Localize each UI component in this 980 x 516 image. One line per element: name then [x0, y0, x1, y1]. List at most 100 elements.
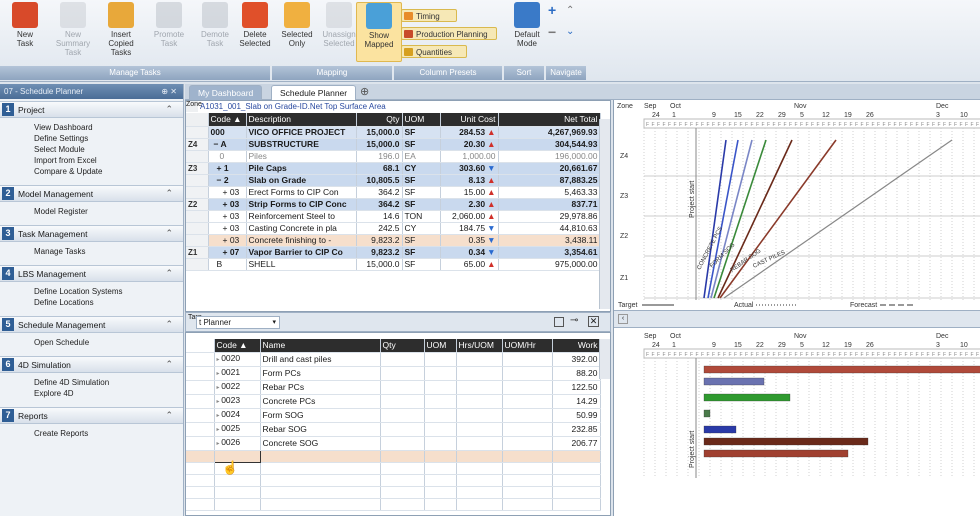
collapse-chevron-icon[interactable]: ⌃	[165, 268, 173, 279]
sidebar-link[interactable]: Create Reports	[0, 428, 183, 439]
ribbon-button-5[interactable]: Delete Selected	[232, 2, 278, 48]
sidebar-link[interactable]: View Dashboard	[0, 122, 183, 133]
restore-icon[interactable]	[554, 317, 564, 327]
cost-row[interactable]: B SHELL 15,000.0 SF 65.00 ▲ 975,000.00	[186, 258, 601, 271]
cost-col-header[interactable]: Qty	[356, 113, 403, 127]
group-navigate: Navigate	[546, 66, 586, 80]
tab-my-dashboard[interactable]: My Dashboard	[189, 85, 263, 100]
cost-row[interactable]: Z3 + 1 Pile Caps 68.1 CY 303.60 ▼ 20,661.67	[186, 162, 601, 175]
sidebar-section-3[interactable]: 3 Task Management ⌃	[0, 225, 183, 242]
cost-row[interactable]: Z2 + 03 Strip Forms to CIP Conc 364.2 SF 2.30…	[186, 198, 601, 211]
navigate-plus-icon[interactable]: +	[548, 3, 560, 17]
navigate-down-icon[interactable]: ⌄	[566, 26, 574, 37]
ribbon-button-label: Promote Task	[153, 30, 185, 48]
collapse-chevron-icon[interactable]: ⌃	[165, 319, 173, 330]
ribbon-button-1[interactable]: New Summary Task	[50, 2, 96, 57]
net-total-cell: 837.71	[498, 198, 601, 211]
ribbon-button-0[interactable]: New Task	[2, 2, 48, 48]
sidebar-link[interactable]: Define Settings	[0, 133, 183, 144]
cost-row[interactable]: 000 VICO OFFICE PROJECT 15,000.0 SF 284.53 ▲ 4…	[186, 126, 601, 139]
close-icon[interactable]: ✕	[588, 316, 599, 327]
collapse-chevron-icon[interactable]: ⌃	[165, 410, 173, 421]
ribbon-button-6[interactable]: Selected Only	[274, 2, 320, 48]
empty-cell	[456, 498, 503, 511]
weekday-tick: F	[965, 122, 968, 128]
task-col-header[interactable]: Work	[552, 339, 601, 353]
empty-cell	[260, 450, 381, 463]
sidebar-section-2[interactable]: 2 Model Management ⌃	[0, 185, 183, 202]
sidebar-section-5[interactable]: 5 Schedule Management ⌃	[0, 316, 183, 333]
navigate-minus-icon[interactable]: −	[548, 25, 560, 39]
sidebar-link[interactable]: Import from Excel	[0, 155, 183, 166]
tab-schedule-planner[interactable]: Schedule Planner	[271, 85, 357, 100]
sidebar-section-7[interactable]: 7 Reports ⌃	[0, 407, 183, 424]
task-col-header[interactable]: UOM/Hr	[502, 339, 553, 353]
sidebar-pin-close-icon[interactable]: ⊕ ✕	[161, 84, 177, 99]
task-row[interactable]: ▸ 0021 Form PCs 88.20	[186, 366, 601, 381]
task-col-header[interactable]: Qty	[380, 339, 425, 353]
task-col-header[interactable]: Code ▲	[214, 339, 261, 353]
ribbon-button-8[interactable]: Show Mapped	[356, 2, 402, 62]
sidebar-link[interactable]: Compare & Update	[0, 166, 183, 177]
cost-row[interactable]: Z4− A SUBSTRUCTURE 15,000.0 SF 20.30 ▲ 304,544…	[186, 138, 601, 151]
ribbon-button-3[interactable]: Promote Task	[146, 2, 192, 48]
planner-dropdown-value: t Planner	[199, 318, 232, 327]
task-row[interactable]: ▸ 0024 Form SOG 50.99	[186, 408, 601, 423]
cost-row[interactable]: Z1 + 07 Vapor Barrier to CIP Co 9,823.2 SF 0.…	[186, 246, 601, 259]
sidebar-link[interactable]: Manage Tasks	[0, 246, 183, 257]
preset-production-planning[interactable]: Production Planning	[401, 27, 497, 40]
cost-row[interactable]: + 03 Casting Concrete in pla 242.5 CY 184.75…	[186, 222, 601, 235]
task-col-header[interactable]: UOM	[424, 339, 457, 353]
weekday-tick: F	[839, 352, 842, 358]
task-grid-scrollbar[interactable]	[599, 339, 610, 379]
task-col-header[interactable]: Name	[260, 339, 381, 353]
collapse-chevron-icon[interactable]: ⌃	[165, 104, 173, 115]
sidebar-link[interactable]: Explore 4D	[0, 388, 183, 399]
sidebar-section-4[interactable]: 4 LBS Management ⌃	[0, 265, 183, 282]
cost-row[interactable]: 0 Piles 196.0 EA 1,000.00 196,000.00	[186, 150, 601, 163]
preset-timing[interactable]: Timing	[401, 9, 457, 22]
task-row[interactable]: ▸ 0022 Rebar PCs 122.50	[186, 380, 601, 395]
cost-row[interactable]: + 03 Reinforcement Steel to 14.6 TON 2,060.0…	[186, 210, 601, 223]
sidebar-link[interactable]: Model Register	[0, 206, 183, 217]
day-label: 22	[756, 112, 764, 119]
collapse-chevron-icon[interactable]: ⌃	[165, 188, 173, 199]
task-row[interactable]: ▸ 0020 Drill and cast piles 392.00	[186, 352, 601, 367]
add-tab-icon[interactable]: ⊕	[360, 85, 369, 98]
cost-col-header[interactable]: Code ▲	[208, 113, 247, 127]
task-row[interactable]: ▸ 0026 Concrete SOG 206.77	[186, 436, 601, 451]
cost-row[interactable]: + 03 Concrete finishing to -9,823.2 SF 0.35…	[186, 234, 601, 247]
cost-grid-scrollbar[interactable]	[599, 119, 610, 309]
sidebar-link[interactable]: Define Location Systems	[0, 286, 183, 297]
task-row[interactable]: ▸ 0025 Rebar SOG 232.85	[186, 422, 601, 437]
sidebar-link[interactable]: Open Schedule	[0, 337, 183, 348]
cost-col-header[interactable]: Net Total	[498, 113, 601, 127]
cost-col-header[interactable]: Unit Cost	[440, 113, 499, 127]
ribbon-button-9[interactable]: Default Mode	[504, 2, 550, 48]
sidebar-link[interactable]: Select Module	[0, 144, 183, 155]
task-col-header[interactable]: Hrs/UOM	[456, 339, 503, 353]
collapse-chevron-icon[interactable]: ⌃	[165, 228, 173, 239]
sidebar-link[interactable]: Define 4D Simulation	[0, 377, 183, 388]
weekday-tick: F	[789, 352, 792, 358]
cost-row[interactable]: + 03 Erect Forms to CIP Con 364.2 SF 15.00 ▲ 5…	[186, 186, 601, 199]
chevron-down-icon: ▾	[272, 319, 276, 326]
sidebar-link[interactable]: Define Locations	[0, 297, 183, 308]
cost-row[interactable]: − 2 Slab on Grade 10,805.5 SF 8.13 ▲ 87,883.25	[186, 174, 601, 187]
new-task-row[interactable]	[186, 449, 601, 463]
scroll-left-icon[interactable]: ‹	[618, 314, 628, 324]
pin-icon[interactable]: ⊸	[570, 315, 578, 326]
sidebar-section-1[interactable]: 1 Project ⌃	[0, 101, 183, 118]
sidebar-section-6[interactable]: 6 4D Simulation ⌃	[0, 356, 183, 373]
planner-dropdown[interactable]: t Planner ▾	[196, 316, 280, 329]
navigate-up-icon[interactable]: ⌃	[566, 5, 574, 16]
ribbon-button-2[interactable]: Insert Copied Tasks	[98, 2, 144, 57]
blank-cell	[186, 422, 215, 437]
collapse-chevron-icon[interactable]: ⌃	[165, 359, 173, 370]
cost-col-header[interactable]: UOM	[402, 113, 441, 127]
preset-quantities[interactable]: Quantities	[401, 45, 467, 58]
task-row[interactable]: ▸ 0023 Concrete PCs 14.29	[186, 394, 601, 409]
empty-cell	[502, 462, 553, 475]
chart-splitter[interactable]: ‹	[614, 310, 980, 328]
cost-col-header[interactable]: Description	[246, 113, 357, 127]
